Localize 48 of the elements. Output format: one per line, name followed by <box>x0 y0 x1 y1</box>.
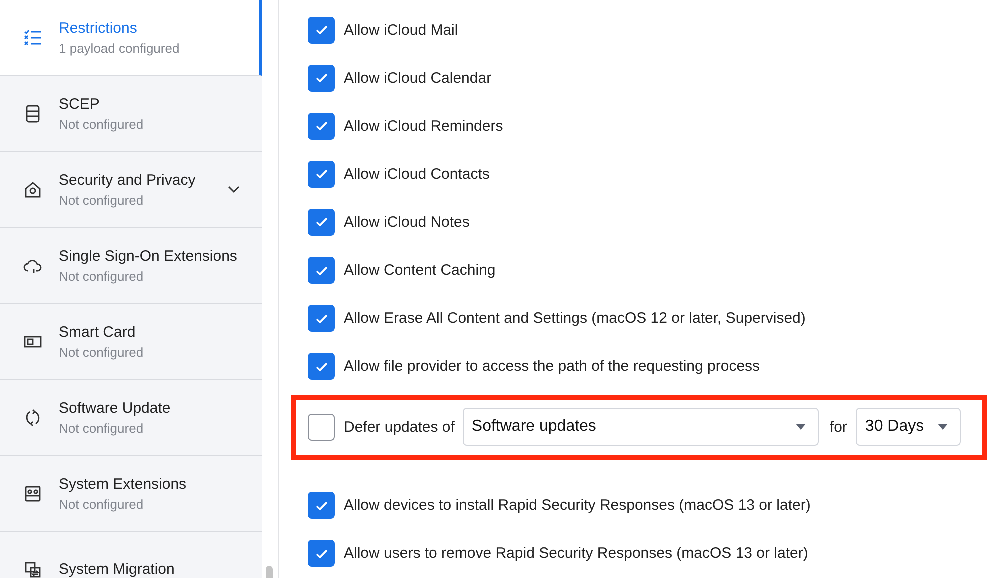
option-label: Allow iCloud Mail <box>344 22 458 39</box>
item-title: Security and Privacy <box>59 172 197 188</box>
item-status: Not configured <box>59 344 145 360</box>
item-title: Single Sign-On Extensions <box>59 248 238 264</box>
checkbox[interactable] <box>308 160 335 188</box>
option-label: Allow devices to install Rapid Security Responses (macOS 13 or later) <box>344 497 811 514</box>
period-dropdown[interactable]: 30 Days <box>856 408 962 446</box>
caret-icon <box>938 424 948 430</box>
option-label: Allow iCloud Calendar <box>344 70 492 87</box>
item-title: System Extensions <box>59 476 188 492</box>
checkbox[interactable] <box>308 540 335 568</box>
option-label: Allow Content Caching <box>344 262 496 280</box>
checkbox[interactable] <box>308 112 335 140</box>
checkbox[interactable] <box>308 414 335 441</box>
item-status: Not configured <box>59 116 145 132</box>
item-title: SCEP <box>59 96 101 112</box>
option-label: Allow file provider to access the path of the requesting process <box>344 358 760 376</box>
caret-icon <box>796 424 806 430</box>
migrate-icon <box>23 560 43 578</box>
item-status: Not configured <box>59 268 145 284</box>
option-label: Defer updates of <box>344 418 455 436</box>
checkbox[interactable] <box>308 305 335 332</box>
update-type-dropdown[interactable]: Software updates <box>462 408 819 446</box>
option-label: Allow iCloud Reminders <box>344 118 504 135</box>
option-label: Allow iCloud Contacts <box>344 166 490 183</box>
checkbox[interactable] <box>308 64 335 92</box>
item-title: Smart Card <box>59 324 137 340</box>
checkbox[interactable] <box>308 257 335 284</box>
option-label: Allow iCloud Notes <box>344 214 470 231</box>
checkbox[interactable] <box>308 208 335 236</box>
item-title: Software Update <box>59 400 172 416</box>
option-label: Allow users to remove Rapid Security Responses (macOS 13 or later) <box>344 545 808 562</box>
checkbox[interactable] <box>308 492 335 520</box>
for-label: for <box>830 418 848 436</box>
item-title: System Migration <box>59 561 176 578</box>
house-icon <box>23 180 43 200</box>
item-title: Restrictions <box>59 20 138 36</box>
item-status: 1 payload configured <box>59 40 181 56</box>
item-status: Not configured <box>59 496 145 512</box>
item-status: Not configured <box>59 192 145 208</box>
item-status: Not configured <box>59 420 145 436</box>
list-icon <box>23 28 43 48</box>
sidebar-item[interactable]: Restrictions 1 payload configured <box>0 0 262 76</box>
chevron-down-icon[interactable] <box>228 186 240 194</box>
checkbox[interactable] <box>308 16 335 44</box>
blocks-icon <box>23 484 43 504</box>
checkbox[interactable] <box>308 353 335 380</box>
option-label: Allow Erase All Content and Settings (macOS 12 or later, Supervised) <box>344 310 806 328</box>
